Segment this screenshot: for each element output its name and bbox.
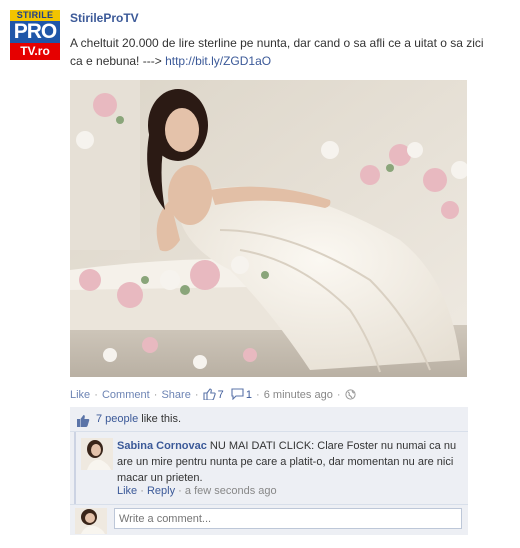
post-timestamp[interactable]: 6 minutes ago bbox=[264, 389, 333, 401]
post-photo[interactable] bbox=[70, 80, 467, 377]
post-action-bar: Like · Comment · Share · 7 1 · 6 minutes… bbox=[70, 388, 470, 403]
comment-bubble-icon[interactable] bbox=[231, 388, 244, 403]
bride-photo-image bbox=[70, 80, 467, 377]
page-avatar[interactable]: STIRILE PRO TV.ro bbox=[10, 10, 60, 60]
comment-item: Sabina Cornovac NU MAI DATI CLICK: Clare… bbox=[74, 432, 470, 504]
facebook-post: STIRILE PRO TV.ro StirileProTV A cheltui… bbox=[0, 0, 520, 548]
comment-timestamp[interactable]: a few seconds ago bbox=[185, 485, 277, 497]
comments-box: 7 people like this. Sabina Cornovac NU M… bbox=[70, 407, 468, 535]
likes-count[interactable]: 7 bbox=[218, 389, 224, 401]
likes-suffix: like this. bbox=[141, 413, 182, 425]
globe-icon bbox=[345, 389, 356, 403]
avatar-small-text: TV.ro bbox=[10, 43, 60, 60]
likes-text: 7 people like this. bbox=[96, 407, 181, 431]
thumbs-up-icon[interactable] bbox=[203, 388, 216, 403]
separator-dot: · bbox=[336, 389, 341, 401]
comment-link[interactable]: Comment bbox=[102, 389, 150, 401]
comment-reply-link[interactable]: Reply bbox=[147, 485, 175, 497]
share-link[interactable]: Share bbox=[161, 389, 190, 401]
page-name-link[interactable]: StirileProTV bbox=[70, 11, 139, 25]
commenter-avatar[interactable] bbox=[81, 438, 113, 470]
likes-summary: 7 people like this. bbox=[70, 407, 468, 432]
post-link[interactable]: http://bit.ly/ZGD1aO bbox=[165, 54, 271, 68]
comment-meta: Like · Reply · a few seconds ago bbox=[117, 485, 277, 497]
separator-dot: · bbox=[256, 389, 260, 401]
separator-dot: · bbox=[94, 389, 98, 401]
current-user-avatar bbox=[75, 508, 107, 534]
comment-like-link[interactable]: Like bbox=[117, 485, 137, 497]
write-comment-row bbox=[70, 504, 468, 536]
separator-dot: · bbox=[178, 485, 182, 497]
post-message: A cheltuit 20.000 de lire sterline pe nu… bbox=[70, 36, 484, 68]
post-text: A cheltuit 20.000 de lire sterline pe nu… bbox=[70, 34, 490, 70]
comment-body: Sabina Cornovac NU MAI DATI CLICK: Clare… bbox=[117, 438, 467, 486]
like-link[interactable]: Like bbox=[70, 389, 90, 401]
separator-dot: · bbox=[153, 389, 158, 401]
comment-author-link[interactable]: Sabina Cornovac bbox=[117, 440, 207, 452]
separator-dot: · bbox=[140, 485, 144, 497]
comment-input[interactable] bbox=[114, 508, 462, 529]
likes-people-link[interactable]: 7 people bbox=[96, 413, 138, 425]
separator-dot: · bbox=[194, 389, 199, 401]
comments-count[interactable]: 1 bbox=[246, 389, 252, 401]
avatar-big-text: PRO bbox=[13, 20, 58, 43]
